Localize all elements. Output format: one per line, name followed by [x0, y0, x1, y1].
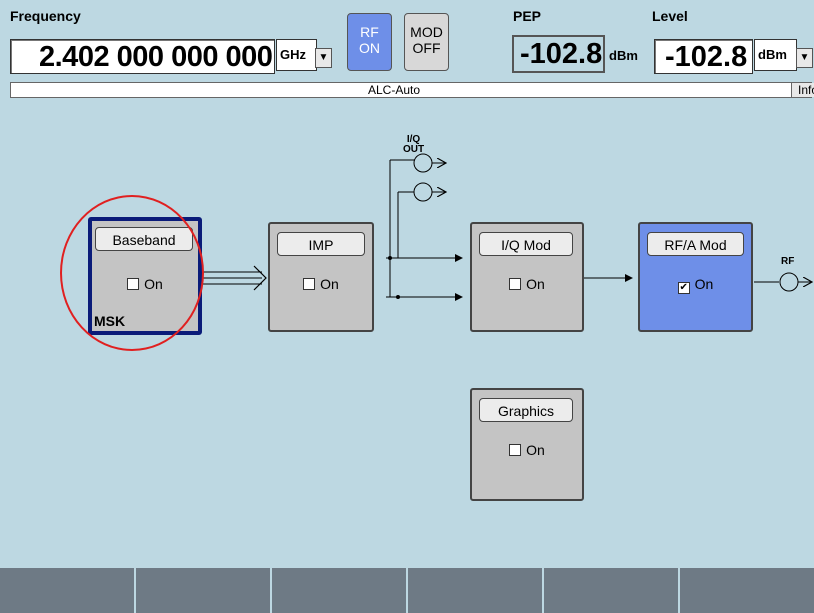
softkey-2[interactable] [136, 568, 272, 613]
iq-mod-on-checkbox[interactable]: On [472, 276, 582, 292]
graphics-button[interactable]: Graphics [479, 398, 573, 422]
checkbox-label: On [320, 276, 339, 292]
softkey-4[interactable] [408, 568, 544, 613]
checkbox-label: On [526, 442, 545, 458]
signal-generator-screen: Frequency 2.402 000 000 000 GHz ▼ RF ON … [0, 0, 814, 613]
junction-dot [388, 256, 392, 260]
imp-block[interactable]: IMP On [268, 222, 374, 332]
checkbox-label: On [694, 276, 714, 292]
checkbox-icon[interactable] [509, 278, 522, 290]
softkey-1[interactable] [0, 568, 136, 613]
rf-out-label: RF [781, 256, 795, 267]
graphics-block[interactable]: Graphics On [470, 388, 584, 501]
rf-out-connector [779, 272, 799, 292]
checkbox-checked-icon[interactable]: ✔ [677, 282, 690, 294]
softkey-3[interactable] [272, 568, 408, 613]
softkey-5[interactable] [544, 568, 680, 613]
iq-out-label: I/Q OUT [403, 135, 424, 155]
rf-a-mod-block[interactable]: RF/A Mod ✔ On [638, 222, 753, 332]
graphics-on-checkbox[interactable]: On [472, 442, 582, 458]
checkbox-icon[interactable] [303, 278, 316, 290]
iq-mod-button[interactable]: I/Q Mod [479, 232, 573, 256]
checkbox-icon[interactable] [509, 444, 522, 456]
imp-button[interactable]: IMP [277, 232, 365, 256]
softkey-bar [0, 568, 814, 613]
iq-out-connector-2 [413, 182, 433, 202]
softkey-6[interactable] [680, 568, 814, 613]
rf-a-mod-on-checkbox[interactable]: ✔ On [640, 276, 751, 294]
iq-mod-block[interactable]: I/Q Mod On [470, 222, 584, 332]
iq-out-label-line2: OUT [403, 144, 425, 155]
checkbox-label: On [526, 276, 545, 292]
iq-out-connector-1 [413, 153, 433, 173]
junction-dot [396, 295, 400, 299]
imp-on-checkbox[interactable]: On [270, 276, 372, 292]
rf-a-mod-button[interactable]: RF/A Mod [647, 232, 744, 256]
highlight-circle [60, 195, 204, 351]
